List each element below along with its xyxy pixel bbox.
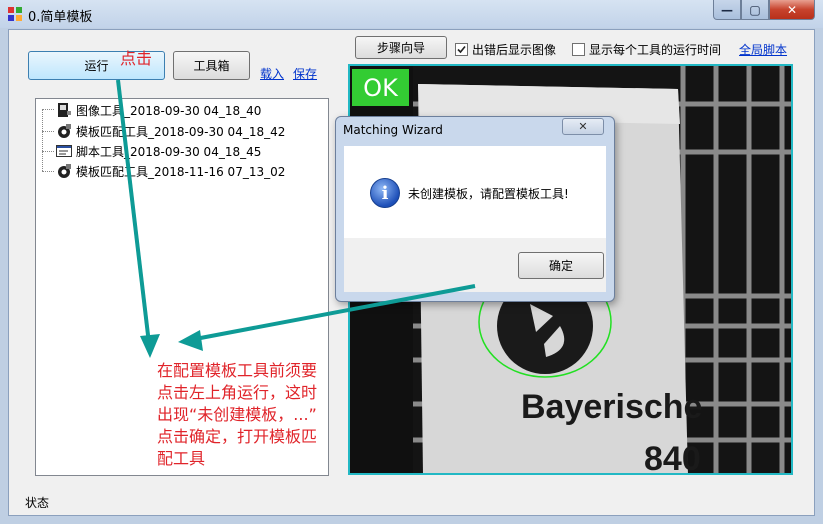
arrow-head [178, 330, 203, 351]
instruction-note: 在配置模板工具前须要 点击左上角运行，这时 出现“未创建模板，...” 点击确定… [157, 360, 347, 470]
note-line: 配工具 [157, 449, 206, 468]
arrow-head [140, 334, 160, 358]
arrow-left [189, 284, 476, 342]
arrow-down [116, 79, 152, 353]
note-line: 在配置模板工具前须要 [157, 361, 318, 380]
annotation-arrows [116, 79, 476, 358]
note-line: 出现“未创建模板，...” [157, 405, 317, 424]
note-line: 点击左上角运行，这时 [157, 383, 318, 402]
note-line: 点击确定，打开模板匹 [157, 427, 318, 446]
main-window: 0.简单模板 — ▢ ✕ 运行 工具箱 载入 保存 步骤向导 出错后显示图像 显… [0, 0, 823, 524]
